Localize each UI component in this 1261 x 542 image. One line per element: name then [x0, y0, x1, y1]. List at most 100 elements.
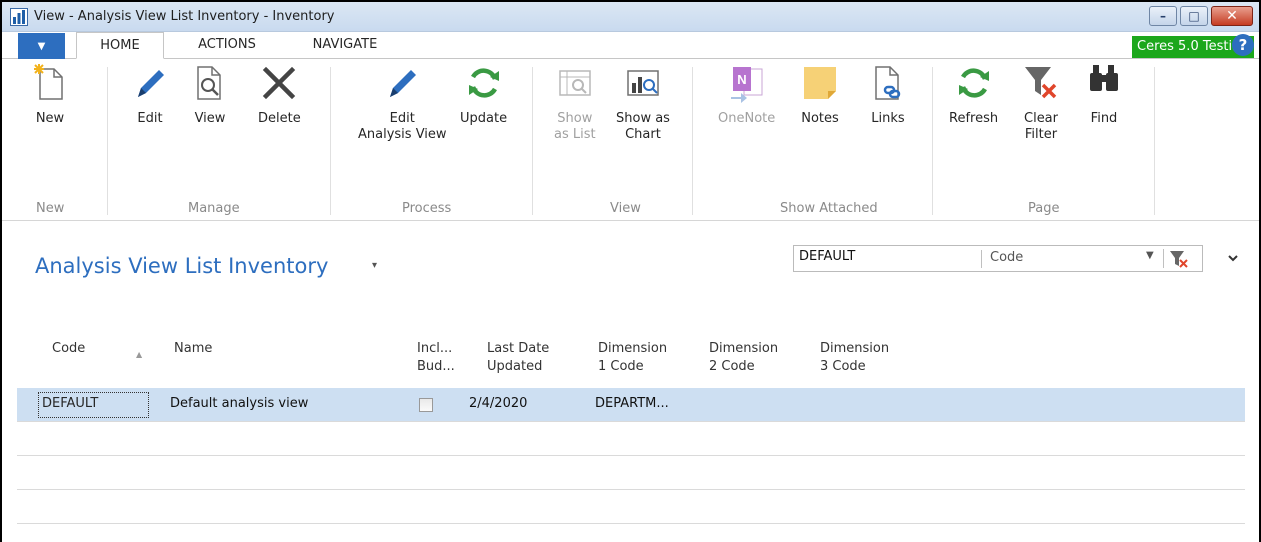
filter-divider [1163, 249, 1164, 268]
new-label: New [35, 111, 65, 126]
tab-home[interactable]: HOME [76, 32, 164, 59]
column-header-last-date-updated[interactable]: Last Date Updated [487, 340, 549, 376]
refresh-label: Refresh [949, 111, 999, 126]
group-separator [107, 67, 108, 215]
group-separator [532, 67, 533, 215]
include-budgets-checkbox[interactable] [419, 398, 433, 412]
column-header-name[interactable]: Name [174, 340, 212, 358]
show-as-list-label-line1: Show [557, 111, 593, 126]
empty-row [17, 524, 1245, 542]
last-date-updated-cell[interactable]: 2/4/2020 [469, 396, 527, 411]
show-as-list-label-line2: as List [554, 127, 596, 142]
edit-analysis-view-button[interactable]: Edit Analysis View [358, 63, 447, 143]
new-document-icon [34, 64, 63, 100]
sort-ascending-icon[interactable]: ▲ [136, 350, 142, 359]
filter-bar[interactable]: DEFAULT Code ▼ [793, 245, 1203, 272]
links-button[interactable]: Links [868, 63, 908, 127]
minimize-icon: – [1160, 9, 1166, 23]
show-as-chart-button[interactable]: Show as Chart [616, 63, 670, 143]
column-header-dimension-2-code[interactable]: Dimension 2 Code [709, 340, 778, 376]
minimize-button[interactable]: – [1149, 6, 1177, 26]
column-header-dim3-line2: 3 Code [820, 359, 866, 374]
table-row[interactable]: DEFAULT Default analysis view 2/4/2020 D… [17, 388, 1245, 422]
show-as-chart-label-line1: Show as [616, 111, 670, 126]
edit-button[interactable]: Edit [130, 63, 170, 127]
chevron-down-icon[interactable]: ▼ [1146, 250, 1154, 261]
edit-analysis-view-label-line1: Edit [389, 111, 415, 126]
notes-button[interactable]: Notes [800, 63, 840, 127]
code-cell[interactable]: DEFAULT [38, 392, 149, 418]
delete-label: Delete [258, 111, 301, 126]
clear-filter-icon [1025, 67, 1057, 99]
filter-field-select[interactable]: Code [990, 250, 1023, 265]
edit-analysis-view-label-line2: Analysis View [358, 127, 447, 142]
empty-row [17, 422, 1245, 456]
update-button[interactable]: Update [460, 63, 507, 127]
column-header-dim1-line2: 1 Code [598, 359, 644, 374]
name-cell[interactable]: Default analysis view [170, 396, 308, 411]
filter-value-input[interactable]: DEFAULT [799, 249, 855, 264]
dimension-1-code-cell[interactable]: DEPARTM... [595, 396, 669, 411]
view-button[interactable]: View [190, 63, 230, 127]
clear-filter-label-line1: Clear [1024, 111, 1058, 126]
app-chart-icon [10, 8, 28, 26]
collapse-chevron-icon[interactable] [1227, 252, 1239, 268]
group-label-view: View [610, 201, 641, 216]
link-document-icon [875, 66, 901, 100]
show-as-list-button[interactable]: Show as List [554, 63, 596, 143]
application-menu-button[interactable]: ▼ [18, 33, 65, 59]
column-header-dim2-line2: 2 Code [709, 359, 755, 374]
title-caret-icon[interactable]: ▾ [372, 260, 377, 271]
links-label: Links [871, 111, 905, 126]
onenote-label: OneNote [718, 111, 776, 126]
column-header-last-date-line2: Updated [487, 359, 543, 374]
refresh-button[interactable]: Refresh [949, 63, 998, 127]
binoculars-icon [1090, 65, 1118, 91]
group-separator [1154, 67, 1155, 215]
column-header-dimension-1-code[interactable]: Dimension 1 Code [598, 340, 667, 376]
clear-filter-label-line2: Filter [1024, 127, 1058, 142]
group-label-page: Page [1028, 201, 1060, 216]
column-header-dim1-line1: Dimension [598, 341, 668, 356]
onenote-icon: N [730, 67, 763, 103]
view-label: View [194, 111, 226, 126]
update-label: Update [460, 111, 508, 126]
ribbon: New New Edit View Delete Manage Edit Ana… [2, 59, 1259, 221]
find-button[interactable]: Find [1084, 63, 1124, 127]
clear-filter-icon[interactable] [1169, 250, 1189, 268]
show-as-chart-label-line2: Chart [625, 127, 661, 142]
app-window: View - Analysis View List Inventory - In… [0, 0, 1261, 542]
group-label-new: New [36, 201, 65, 216]
maximize-button[interactable]: □ [1180, 6, 1208, 26]
tab-navigate[interactable]: NAVIGATE [300, 32, 390, 59]
delete-button[interactable]: Delete [258, 63, 301, 127]
help-icon[interactable]: ? [1232, 34, 1254, 56]
group-separator [692, 67, 693, 215]
column-header-include-budgets-line1: Incl... [417, 341, 453, 356]
clear-filter-button[interactable]: Clear Filter [1021, 63, 1061, 143]
delete-x-icon [263, 66, 296, 100]
title-bar[interactable]: View - Analysis View List Inventory - In… [2, 2, 1259, 32]
column-header-include-budgets-line2: Bud... [417, 359, 455, 374]
column-header-dimension-3-code[interactable]: Dimension 3 Code [820, 340, 889, 376]
onenote-button[interactable]: N OneNote [718, 63, 775, 127]
page-title[interactable]: Analysis View List Inventory [35, 254, 328, 278]
group-separator [932, 67, 933, 215]
close-button[interactable]: ✕ [1211, 6, 1253, 26]
group-label-manage: Manage [188, 201, 240, 216]
close-icon: ✕ [1226, 8, 1238, 24]
group-separator [330, 67, 331, 215]
new-button[interactable]: New [30, 63, 70, 127]
view-document-icon [197, 66, 221, 100]
sticky-note-icon [804, 67, 836, 99]
edit-label: Edit [137, 111, 163, 126]
tab-actions[interactable]: ACTIONS [187, 32, 267, 59]
column-header-dim3-line1: Dimension [820, 341, 890, 356]
list-view-icon [559, 70, 591, 96]
refresh-arrows-icon [958, 68, 989, 98]
column-header-include-budgets[interactable]: Incl... Bud... [417, 340, 455, 376]
column-header-code[interactable]: Code [52, 340, 85, 358]
svg-text:N: N [737, 72, 746, 87]
empty-row [17, 456, 1245, 490]
group-label-process: Process [402, 201, 452, 216]
